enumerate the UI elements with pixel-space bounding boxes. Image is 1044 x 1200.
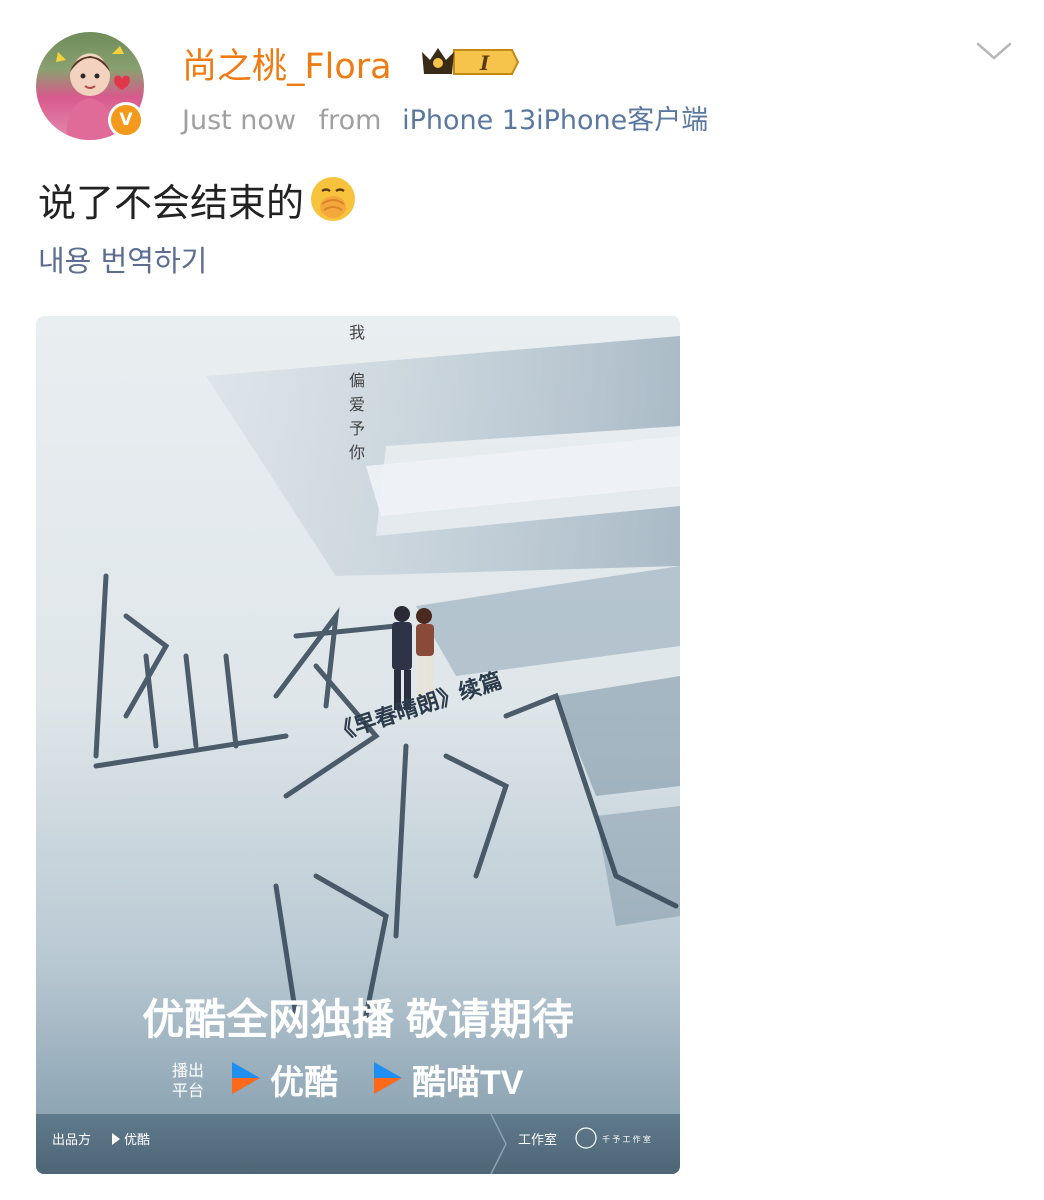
- chevron-down-icon[interactable]: [974, 36, 1014, 70]
- platform-label-1: 播出: [172, 1062, 204, 1080]
- platform-1: 优酷: [270, 1064, 338, 1102]
- tagline-char: 偏: [349, 371, 365, 390]
- post-text-content: 说了不会结束的: [38, 181, 305, 225]
- footer-right-studio: 千 予 工 作 室: [602, 1134, 651, 1144]
- avatar[interactable]: V: [36, 32, 146, 142]
- tagline-char-1: 我: [349, 323, 365, 342]
- platform-label-2: 平台: [172, 1082, 204, 1100]
- footer-left-label: 出品方: [52, 1132, 91, 1147]
- timestamp: Just now: [182, 105, 297, 136]
- source-link[interactable]: iPhone 13iPhone客户端: [402, 105, 708, 136]
- poster-headline: 优酷全网独播 敬请期待: [142, 996, 574, 1043]
- username-link[interactable]: 尚之桃_Flora: [182, 38, 392, 89]
- footer-right-label: 工作室: [518, 1132, 557, 1147]
- source-prefix: from: [318, 105, 382, 136]
- footer-left-brand: 优酷: [124, 1132, 150, 1147]
- post-meta: Just now from iPhone 13iPhone客户端: [182, 98, 708, 137]
- verified-badge-icon: V: [108, 102, 144, 138]
- poster-tagline: 我: [349, 323, 365, 342]
- tagline-char: 你: [349, 443, 365, 462]
- crown-badge-icon[interactable]: I: [420, 44, 520, 84]
- post-image[interactable]: 我 偏爱予你 《早春晴朗》续篇 优酷全网独播 敬请期待 播出 平台 优酷 酷喵T…: [36, 316, 680, 1174]
- hand-over-mouth-emoji-icon: [308, 174, 358, 233]
- translate-link[interactable]: 내용 번역하기: [38, 238, 207, 280]
- level-badge-text: I: [479, 51, 490, 75]
- tagline-char: 爱: [349, 395, 365, 414]
- post-text: 说了不会结束的: [38, 172, 358, 233]
- platform-2: 酷喵TV: [412, 1064, 524, 1102]
- tagline-char: 予: [349, 419, 365, 438]
